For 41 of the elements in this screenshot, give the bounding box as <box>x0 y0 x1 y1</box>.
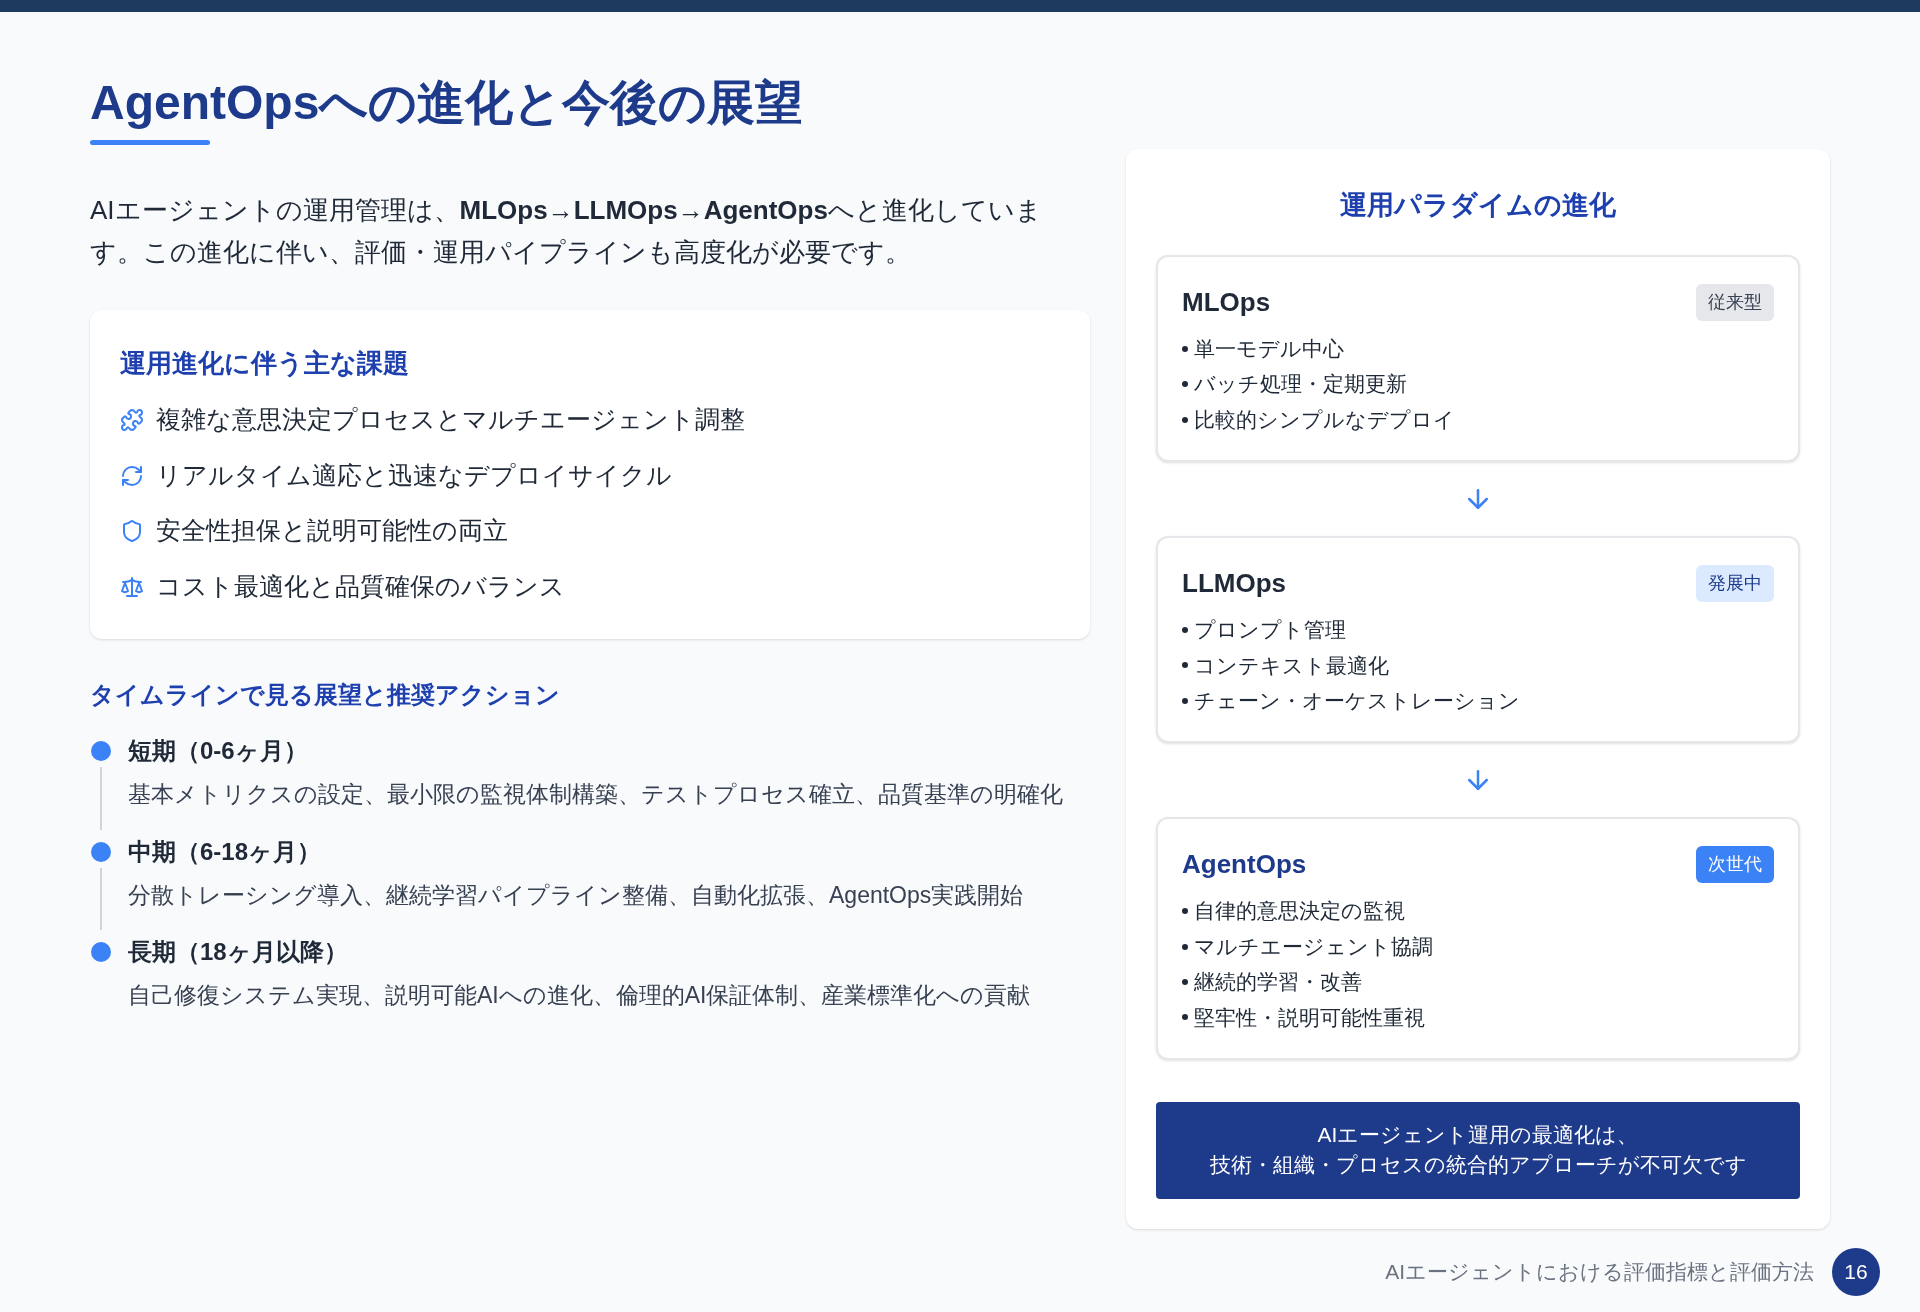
stage-point: 比較的シンプルなデプロイ <box>1194 406 1455 433</box>
stage-badge: 次世代 <box>1696 846 1774 884</box>
timeline-heading: タイムラインで見る展望と推奨アクション <box>90 680 561 711</box>
phase-description: 基本メトリクスの設定、最小限の監視体制構築、テストプロセス確立、品質基準の明確化 <box>128 780 1063 810</box>
timeline-line <box>100 767 102 830</box>
conclusion-text: AIエージェント運用の最適化は、 <box>1317 1122 1639 1148</box>
stage-point: 継続的学習・改善 <box>1194 969 1362 996</box>
card-heading: 運用進化に伴う主な課題 <box>120 347 410 381</box>
page-number: 16 <box>1832 1248 1880 1296</box>
phase-title: 中期（6-18ヶ月） <box>128 836 323 867</box>
shield-icon <box>120 519 144 544</box>
stage-name: AgentOps <box>1182 848 1307 882</box>
challenge-text: 安全性担保と説明可能性の両立 <box>156 515 508 547</box>
panel-heading: 運用パラダイムの進化 <box>1339 188 1617 222</box>
scale-icon <box>120 574 144 599</box>
phase-description: 自己修復システム実現、説明可能AIへの進化、倫理的AI保証体制、産業標準化への貢献 <box>128 981 1031 1011</box>
stage-name: LLMOps <box>1182 567 1286 601</box>
phase-description: 分散トレーシング導入、継続学習パイプライン整備、自動化拡張、AgentOps実践開始 <box>128 880 1024 910</box>
stage-point: プロンプト管理 <box>1194 617 1346 644</box>
challenge-text: コスト最適化と品質確保のバランス <box>156 570 565 602</box>
stage-point: バッチ処理・定期更新 <box>1194 371 1407 398</box>
challenge-text: リアルタイム適応と迅速なデプロイサイクル <box>156 459 672 491</box>
stage-point: マルチエージェント協調 <box>1194 933 1433 960</box>
conclusion-text: 技術・組織・プロセスの統合的アプローチが不可欠です <box>1209 1152 1747 1179</box>
refresh-icon <box>120 463 144 488</box>
stage-point: 単一モデル中心 <box>1194 336 1344 363</box>
puzzle-icon <box>120 408 144 433</box>
stage-point: チェーン・オーケストレーション <box>1194 688 1520 715</box>
stage-point: 自律的意思決定の監視 <box>1194 898 1405 925</box>
stage-name: MLOps <box>1182 286 1271 320</box>
stage-badge: 従来型 <box>1696 284 1774 322</box>
phase-title: 長期（18ヶ月以降） <box>128 937 349 968</box>
stage-badge: 発展中 <box>1696 565 1774 603</box>
timeline-line <box>100 867 102 931</box>
intro-paragraph: AIエージェントの運用管理は、MLOps→LLMOps→AgentOpsへと進化しています。この進化に伴い、評価・運用パイプラインも高度化が必要です。 <box>90 193 1043 270</box>
stage-point: コンテキスト最適化 <box>1194 652 1389 679</box>
challenge-text: 複雑な意思決定プロセスとマルチエージェント調整 <box>156 404 745 436</box>
footer-title: AIエージェントにおける評価指標と評価方法 <box>1385 1259 1814 1286</box>
stage-point: 堅牢性・説明可能性重視 <box>1194 1004 1425 1031</box>
slide-title: AgentOpsへの進化と今後の展望 <box>90 75 804 131</box>
phase-title: 短期（0-6ヶ月） <box>128 736 309 767</box>
